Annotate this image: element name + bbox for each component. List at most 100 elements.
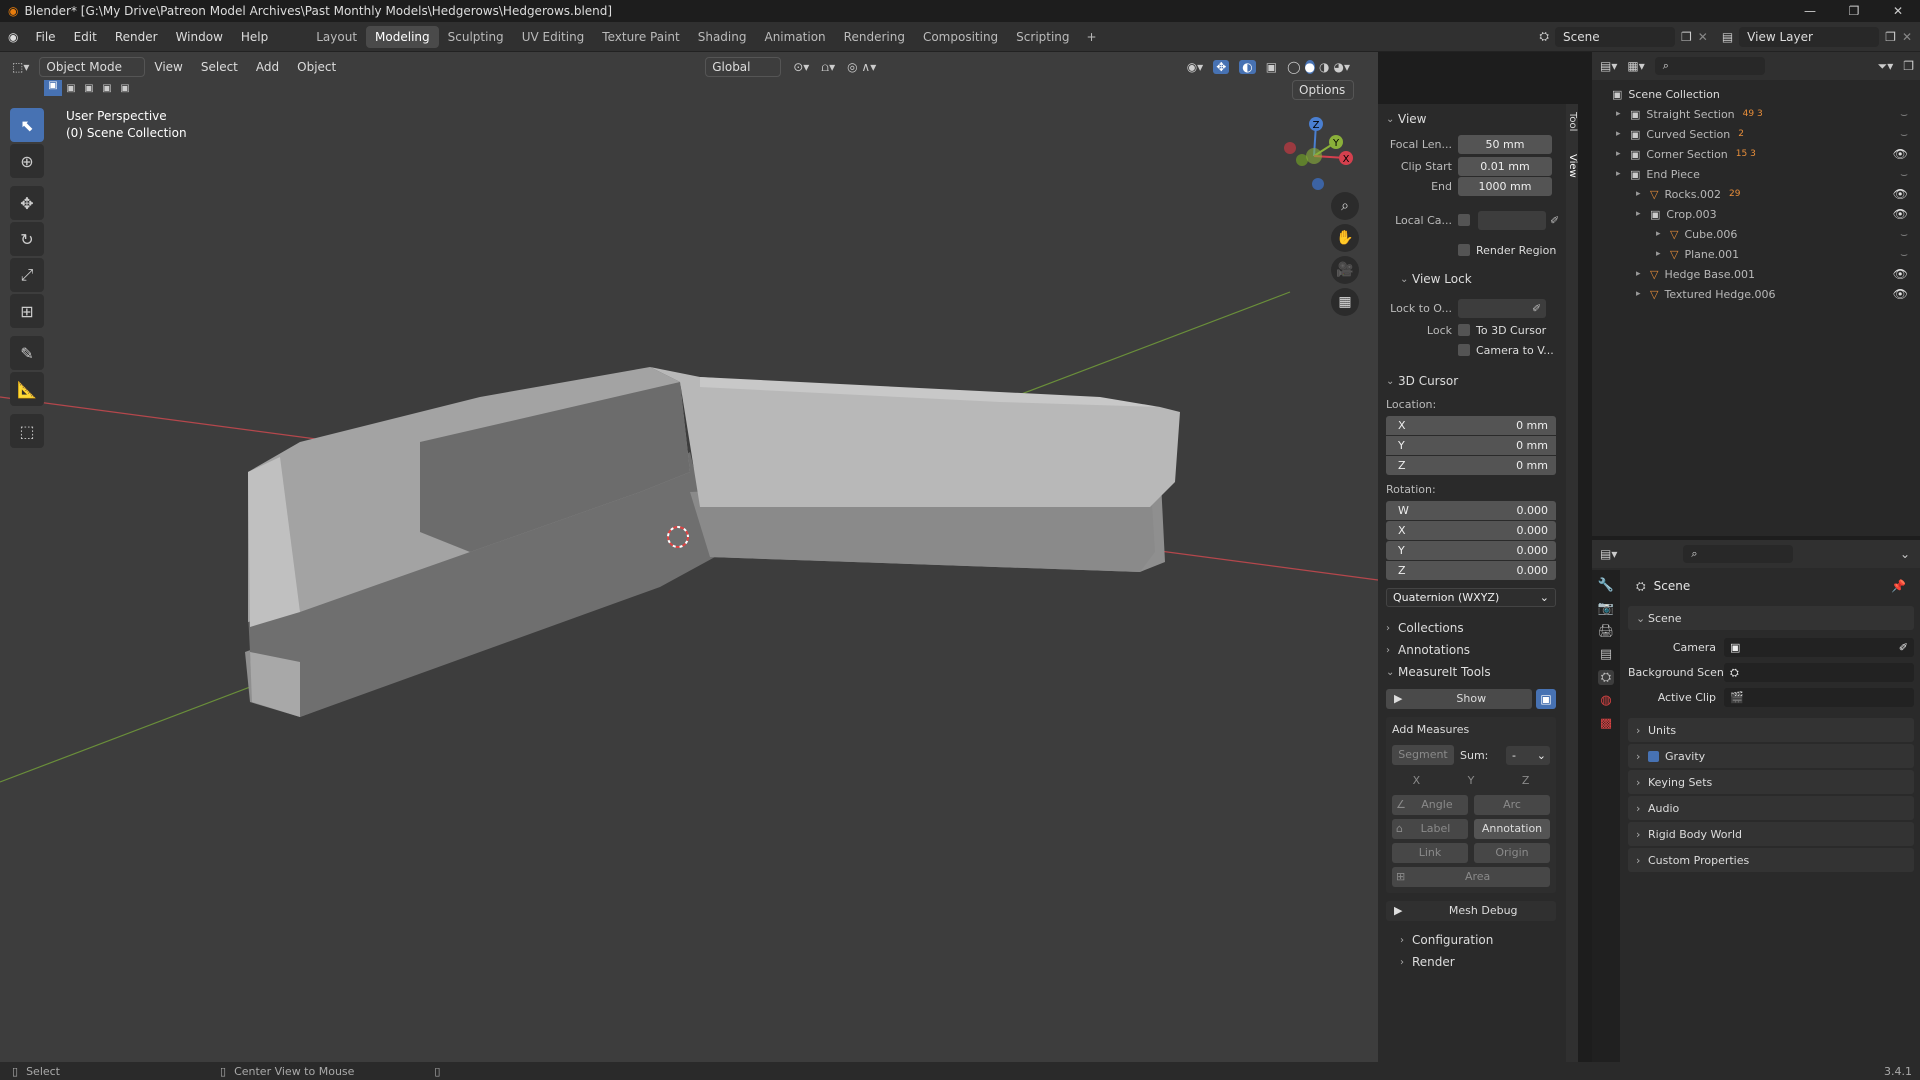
annotate-tool[interactable]: ✎ — [10, 336, 44, 370]
viewport-menu-add[interactable]: Add — [247, 56, 288, 78]
menu-help[interactable]: Help — [232, 26, 277, 48]
expand-arrow-icon[interactable]: ▸ — [1636, 289, 1650, 299]
3d-cursor-header[interactable]: ⌄ 3D Cursor — [1378, 370, 1566, 392]
expand-arrow-icon[interactable]: ▸ — [1616, 149, 1630, 159]
tab-sculpting[interactable]: Sculpting — [439, 26, 513, 48]
configuration-header[interactable]: › Configuration — [1378, 929, 1566, 951]
camera-to-view-checkbox[interactable] — [1458, 344, 1470, 356]
select-new-icon[interactable]: ▣ — [44, 80, 62, 96]
scene-icon[interactable]: ⛭ — [1539, 29, 1549, 44]
label-button[interactable]: ⌂ Label — [1392, 819, 1468, 839]
expand-arrow-icon[interactable]: ▸ — [1636, 209, 1650, 219]
tab-view[interactable]: View — [1567, 154, 1578, 178]
maximize-button[interactable]: ❐ — [1832, 4, 1876, 18]
rotate-tool[interactable]: ↻ — [10, 222, 44, 256]
xray-icon[interactable]: ▣ — [1266, 60, 1277, 74]
outliner-item[interactable]: ▸ ▣ Straight Section 49 3 ⌣ — [1592, 104, 1920, 124]
outliner-item[interactable]: ▸ ▽ Textured Hedge.006 👁 — [1592, 284, 1920, 304]
texture-tab-icon[interactable]: ▩ — [1600, 716, 1612, 731]
clip-end-field[interactable]: 1000 mm — [1458, 176, 1552, 196]
tab-animation[interactable]: Animation — [755, 26, 834, 48]
visibility-eye-icon[interactable]: ⌣ — [1900, 127, 1908, 142]
measure-y-button[interactable]: Y — [1447, 771, 1496, 791]
wireframe-shading-icon[interactable]: ◯ — [1287, 60, 1300, 74]
zoom-icon[interactable]: ⌕ — [1331, 192, 1359, 220]
cursor-loc-z[interactable]: Z0 mm — [1386, 456, 1556, 475]
delete-scene-icon[interactable]: ✕ — [1698, 30, 1708, 44]
outliner-item[interactable]: ▸ ▣ Corner Section 15 3 👁 — [1592, 144, 1920, 164]
mesh-debug-button[interactable]: ▶ Mesh Debug — [1386, 901, 1556, 921]
local-camera-checkbox[interactable] — [1458, 214, 1470, 226]
focal-length-field[interactable]: 50 mm — [1458, 134, 1552, 154]
select-extend-icon[interactable]: ▣ — [62, 83, 80, 94]
visibility-eye-icon[interactable]: 👁 — [1893, 207, 1908, 221]
rigid-body-world-panel-header[interactable]: › Rigid Body World — [1628, 822, 1914, 846]
outliner-item[interactable]: ▸ ▣ Crop.003 👁 — [1592, 204, 1920, 224]
options-dropdown[interactable]: Options — [1292, 80, 1354, 100]
pivot-icon[interactable]: ⊙▾ — [793, 60, 809, 74]
overlay-toggle-icon[interactable]: ◐ — [1239, 60, 1256, 74]
transform-tool[interactable]: ⊞ — [10, 294, 44, 328]
outliner-item[interactable]: ▸ ▽ Rocks.002 29 👁 — [1592, 184, 1920, 204]
close-button[interactable]: ✕ — [1876, 4, 1920, 18]
camera-eyedropper-icon[interactable]: ✐ — [1899, 638, 1914, 657]
visibility-icon[interactable]: ◉▾ — [1187, 60, 1204, 74]
rendered-shading-icon[interactable]: ◕▾ — [1334, 60, 1351, 74]
scene-panel-header[interactable]: ⌄ Scene — [1628, 606, 1914, 630]
outliner-item[interactable]: ▸ ▽ Plane.001 ⌣ — [1592, 244, 1920, 264]
scale-tool[interactable]: ⤢ — [10, 258, 44, 292]
tab-layout[interactable]: Layout — [307, 26, 366, 48]
angle-button[interactable]: ∠ Angle — [1392, 795, 1468, 815]
outliner-root[interactable]: ▣ Scene Collection — [1592, 84, 1920, 104]
render-tab-icon[interactable]: 📷 — [1598, 601, 1614, 616]
select-subtract-icon[interactable]: ▣ — [80, 83, 98, 94]
annotations-header[interactable]: › Annotations — [1378, 639, 1566, 661]
local-camera-field[interactable] — [1478, 210, 1546, 230]
units-panel-header[interactable]: › Units — [1628, 718, 1914, 742]
camera-field[interactable]: ▣ ✐ — [1724, 637, 1914, 657]
sum-dropdown[interactable]: - ⌄ — [1506, 745, 1550, 765]
measure-tool[interactable]: 📐 — [10, 372, 44, 406]
gravity-checkbox[interactable] — [1648, 750, 1659, 762]
editor-type-icon[interactable]: ⬚▾ — [12, 60, 29, 74]
menu-render[interactable]: Render — [106, 26, 167, 48]
properties-search-input[interactable]: ⌕ — [1683, 545, 1794, 563]
custom-properties-panel-header[interactable]: › Custom Properties — [1628, 848, 1914, 872]
properties-editor-icon[interactable]: ▤▾ — [1600, 547, 1617, 561]
tab-modeling[interactable]: Modeling — [366, 25, 439, 48]
blender-menu-icon[interactable]: ◉ — [0, 30, 26, 44]
cursor-loc-y[interactable]: Y0 mm — [1386, 436, 1556, 455]
measureit-render-icon[interactable]: ▣ — [1536, 689, 1556, 709]
measureit-header[interactable]: ⌄ MeasureIt Tools — [1378, 661, 1566, 683]
audio-panel-header[interactable]: › Audio — [1628, 796, 1914, 820]
view-layer-icon[interactable]: ▤ — [1722, 30, 1733, 44]
scene-tab-icon[interactable]: ⛭ — [1597, 670, 1615, 685]
measure-z-button[interactable]: Z — [1501, 771, 1550, 791]
new-scene-icon[interactable]: ❐ — [1681, 30, 1692, 44]
viewport-menu-object[interactable]: Object — [288, 56, 345, 78]
view-layer-tab-icon[interactable]: ▤ — [1600, 647, 1612, 662]
outliner-item[interactable]: ▸ ▽ Cube.006 ⌣ — [1592, 224, 1920, 244]
view-layer-selector[interactable]: View Layer — [1739, 26, 1880, 47]
expand-arrow-icon[interactable]: ▸ — [1616, 129, 1630, 139]
visibility-eye-icon[interactable]: ⌣ — [1900, 227, 1908, 242]
expand-arrow-icon[interactable]: ▸ — [1656, 229, 1670, 239]
outliner-item[interactable]: ▸ ▣ Curved Section 2 ⌣ — [1592, 124, 1920, 144]
clip-start-field[interactable]: 0.01 mm — [1458, 156, 1552, 176]
ortho-grid-icon[interactable]: ▦ — [1331, 288, 1359, 316]
orientation-dropdown[interactable]: Global — [705, 57, 782, 77]
area-button[interactable]: ⊞ Area — [1392, 867, 1550, 887]
rotation-mode-dropdown[interactable]: Quaternion (WXYZ) ⌄ — [1386, 588, 1556, 607]
3d-viewport[interactable]: ⬚▾ Object Mode View Select Add Object Gl… — [0, 52, 1378, 1062]
new-collection-icon[interactable]: ❐ — [1903, 59, 1914, 73]
segment-button[interactable]: Segment — [1392, 745, 1454, 765]
tool-tab-icon[interactable]: 🔧 — [1598, 578, 1614, 593]
new-view-layer-icon[interactable]: ❐ — [1885, 30, 1896, 44]
keying-sets-panel-header[interactable]: › Keying Sets — [1628, 770, 1914, 794]
display-mode-icon[interactable]: ▦▾ — [1627, 59, 1644, 73]
cursor-tool[interactable]: ⊕ — [10, 144, 44, 178]
cursor-loc-x[interactable]: X0 mm — [1386, 416, 1556, 435]
camera-view-icon[interactable]: 🎥 — [1331, 256, 1359, 284]
gravity-panel-header[interactable]: › Gravity — [1628, 744, 1914, 768]
outliner-item[interactable]: ▸ ▣ End Piece ⌣ — [1592, 164, 1920, 184]
